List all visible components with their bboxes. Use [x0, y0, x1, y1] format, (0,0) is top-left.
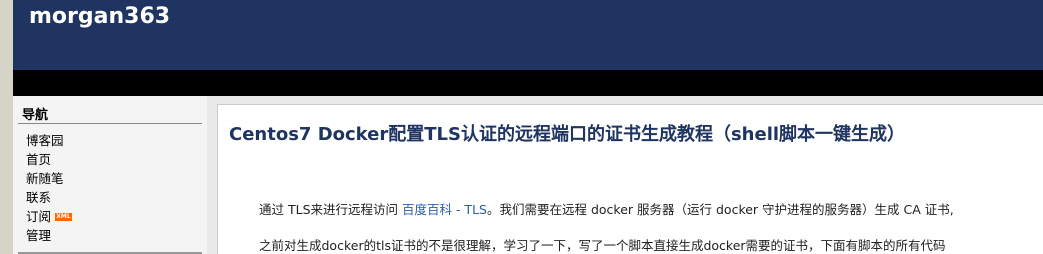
sidebar-nav-list: 博客园 首页 新随笔 联系 订阅 XML 管理	[26, 131, 73, 245]
divider	[18, 123, 202, 124]
baike-tls-link[interactable]: 百度百科 - TLS	[402, 202, 487, 217]
nav-bar	[13, 70, 1043, 96]
sidebar-item-home[interactable]: 首页	[26, 150, 72, 169]
sidebar-item-contact[interactable]: 联系	[26, 188, 72, 207]
sidebar: 导航 博客园 首页 新随笔 联系 订阅 XML 管理	[13, 96, 207, 254]
blog-header: morgan363	[13, 0, 1043, 70]
post-body: Centos7 Docker配置TLS认证的远程端口的证书生成教程（shell脚…	[217, 104, 1043, 254]
sidebar-item-cnblogs[interactable]: 博客园	[26, 131, 72, 150]
post-paragraph: 通过 TLS来进行远程访问 百度百科 - TLS。我们需要在远程 docker …	[259, 199, 954, 218]
sidebar-item-label[interactable]: 博客园	[26, 131, 64, 150]
sidebar-item-new-post[interactable]: 新随笔	[26, 169, 72, 188]
sidebar-item-label[interactable]: 管理	[26, 226, 51, 245]
sidebar-item-label[interactable]: 订阅	[26, 207, 51, 226]
sidebar-item-label[interactable]: 首页	[26, 150, 51, 169]
paragraph-text: 。我们需要在远程 docker 服务器（运行 docker 守护进程的服务器）生…	[486, 202, 954, 217]
paragraph-text: 通过 TLS来进行远程访问	[259, 202, 402, 217]
blog-title-link[interactable]: morgan363	[29, 4, 170, 29]
post-paragraph: 之前对生成docker的tls证书的不是很理解，学习了一下，写了一个脚本直接生成…	[259, 238, 946, 253]
rss-xml-icon[interactable]: XML	[55, 212, 73, 221]
sidebar-item-subscribe[interactable]: 订阅 XML	[26, 207, 73, 226]
post-title-link[interactable]: Centos7 Docker配置TLS认证的远程端口的证书生成教程（shell脚…	[229, 120, 905, 146]
left-margin-strip	[0, 0, 13, 254]
sidebar-item-label[interactable]: 联系	[26, 188, 51, 207]
sidebar-item-manage[interactable]: 管理	[26, 226, 72, 245]
sidebar-item-label[interactable]: 新随笔	[26, 169, 64, 188]
sidebar-nav-title: 导航	[22, 108, 49, 123]
